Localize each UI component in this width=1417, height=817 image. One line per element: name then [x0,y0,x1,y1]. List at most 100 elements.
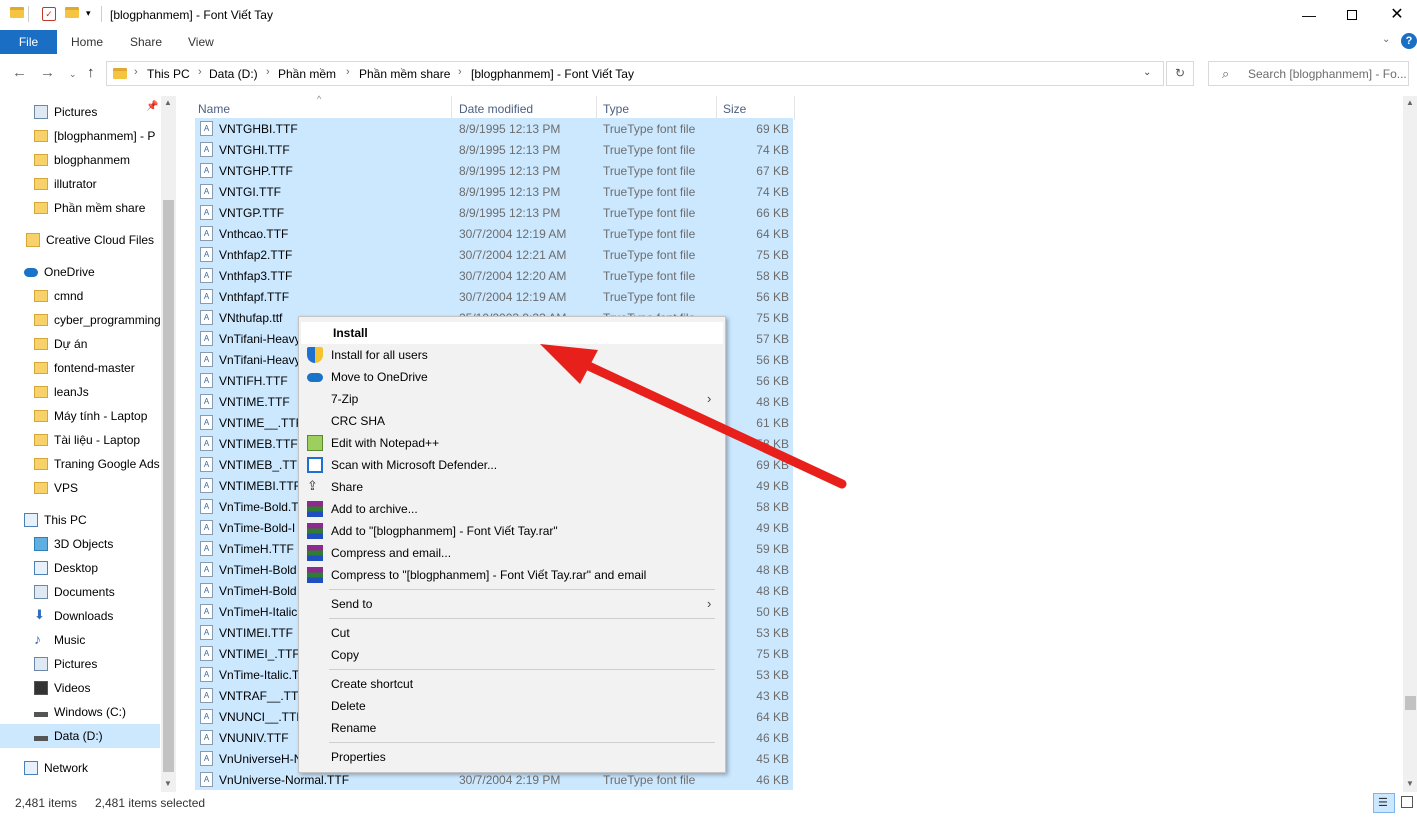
refresh-button[interactable]: ↻ [1166,61,1194,86]
file-row[interactable]: A Vnthcao.TTF 30/7/2004 12:19 AM TrueType f… [195,223,793,244]
help-icon[interactable]: ? [1401,33,1417,49]
menu-item-7-zip[interactable]: 7-Zip › [299,388,725,410]
file-row[interactable]: A Vnthfapf.TTF 30/7/2004 12:19 AM TrueType … [195,286,793,307]
nav-item-downloads[interactable]: ⬇ Downloads [0,604,160,628]
menu-item-create-shortcut[interactable]: Create shortcut [299,673,725,695]
menu-item-compress-to-blogphanmem-font-vi-t-tay-rar-and-email[interactable]: Compress to "[blogphanmem] - Font Viết T… [299,564,725,586]
nav-item-pictures[interactable]: Pictures [0,652,160,676]
tab-share[interactable]: Share [130,30,162,54]
file-row[interactable]: A VNTGHI.TTF 8/9/1995 12:13 PM TrueType fon… [195,139,793,160]
column-divider[interactable] [716,96,717,120]
nav-item-d-n[interactable]: Dự án [0,332,160,356]
file-row[interactable]: A VNTGHBI.TTF 8/9/1995 12:13 PM TrueType fo… [195,118,793,139]
nav-item-videos[interactable]: Videos [0,676,160,700]
pin-icon[interactable]: 📌 [146,101,158,112]
nav-scrollbar-thumb[interactable] [163,200,174,772]
nav-item-m-y-t-nh-laptop[interactable]: Máy tính - Laptop [0,404,160,428]
nav-item-traning-google-ads[interactable]: Traning Google Ads [0,452,160,476]
menu-item-properties[interactable]: Properties [299,746,725,768]
file-row[interactable]: A Vnthfap2.TTF 30/7/2004 12:21 AM TrueType … [195,244,793,265]
column-name[interactable]: Name [198,102,230,116]
nav-item-music[interactable]: ♪ Music [0,628,160,652]
column-type[interactable]: Type [603,102,629,116]
menu-item-add-to-blogphanmem-font-vi-t-tay-rar[interactable]: Add to "[blogphanmem] - Font Viết Tay.ra… [299,520,725,542]
breadcrumb-phan-mem-share[interactable]: Phần mềm share [359,67,450,81]
breadcrumb-this-pc[interactable]: This PC [147,67,190,81]
menu-item-compress-and-email[interactable]: Compress and email... [299,542,725,564]
nav-item-ph-n-m-m-share[interactable]: Phần mềm share [0,196,160,220]
file-tab[interactable]: File [0,30,57,54]
nav-item-creative-cloud-files[interactable]: Creative Cloud Files [0,228,160,252]
menu-item-crc-sha[interactable]: CRC SHA › [299,410,725,432]
details-view-button[interactable]: ☰ [1373,793,1395,813]
nav-item-vps[interactable]: VPS [0,476,160,500]
menu-item-copy[interactable]: Copy [299,644,725,666]
properties-icon[interactable]: ✓ [42,7,56,21]
expand-ribbon-icon[interactable]: ⌄ [1382,34,1390,45]
file-row[interactable]: A VNTGP.TTF 8/9/1995 12:13 PM TrueType font… [195,202,793,223]
column-divider[interactable] [794,96,795,120]
breadcrumb-phan-mem[interactable]: Phần mềm [278,67,336,81]
menu-item-install[interactable]: Install [301,322,723,344]
nav-item-blogphanmem[interactable]: blogphanmem [0,148,160,172]
menu-item-share[interactable]: ⇪ Share [299,476,725,498]
address-bar[interactable]: › This PC › Data (D:) › Phần mềm › Phần … [106,61,1164,86]
chevron-down-icon[interactable]: ⌄ [1143,67,1151,78]
file-type: TrueType font file [603,185,696,199]
menu-item-add-to-archive[interactable]: Add to archive... [299,498,725,520]
onedrive-icon [24,268,38,277]
menu-item-move-to-onedrive[interactable]: Move to OneDrive [299,366,725,388]
file-row[interactable]: A VNTGI.TTF 8/9/1995 12:13 PM TrueType font… [195,181,793,202]
column-date-modified[interactable]: Date modified [459,102,533,116]
large-icons-view-button[interactable] [1398,793,1416,813]
nav-item-windows-c[interactable]: Windows (C:) [0,700,160,724]
scroll-up-icon[interactable]: ▲ [164,98,172,107]
menu-item-scan-with-microsoft-defender[interactable]: Scan with Microsoft Defender... [299,454,725,476]
menu-item-rename[interactable]: Rename [299,717,725,739]
menu-item-delete[interactable]: Delete [299,695,725,717]
menu-item-send-to[interactable]: Send to › [299,593,725,615]
file-row[interactable]: A Vnthfap3.TTF 30/7/2004 12:20 AM TrueType … [195,265,793,286]
recent-locations-icon[interactable]: ⌄ [69,69,77,80]
new-folder-icon[interactable] [65,7,79,18]
tab-home[interactable]: Home [71,30,103,54]
close-button[interactable]: ✕ [1374,0,1417,30]
nav-item-blogphanmem-p[interactable]: [blogphanmem] - P [0,124,160,148]
breadcrumb-current-folder[interactable]: [blogphanmem] - Font Viết Tay [471,67,634,81]
nav-item-t-i-li-u-laptop[interactable]: Tài liệu - Laptop [0,428,160,452]
customize-quick-access-icon[interactable]: ▾ [86,8,100,22]
nav-item-fontend-master[interactable]: fontend-master [0,356,160,380]
menu-item-edit-with-notepad[interactable]: Edit with Notepad++ [299,432,725,454]
maximize-button[interactable] [1329,0,1375,30]
main-scrollbar-thumb[interactable] [1405,696,1416,710]
breadcrumb-data-d[interactable]: Data (D:) [209,67,258,81]
back-button[interactable]: ← [12,64,27,81]
nav-item-onedrive[interactable]: OneDrive [0,260,160,284]
nav-item-data-d[interactable]: Data (D:) [0,724,160,748]
nav-item-pictures[interactable]: Pictures [0,100,160,124]
tab-view[interactable]: View [188,30,214,54]
search-input[interactable]: ⌕ Search [blogphanmem] - Fo... [1208,61,1409,86]
forward-button[interactable]: → [40,64,55,81]
column-size[interactable]: Size [723,102,746,116]
scroll-down-icon[interactable]: ▼ [164,779,172,788]
menu-item-cut[interactable]: Cut [299,622,725,644]
nav-item-desktop[interactable]: Desktop [0,556,160,580]
minimize-button[interactable]: — [1286,0,1332,30]
scroll-down-icon[interactable]: ▼ [1406,779,1414,788]
nav-item-illutrator[interactable]: illutrator [0,172,160,196]
up-button[interactable]: ↑ [87,64,95,81]
menu-item-install-for-all-users[interactable]: Install for all users [299,344,725,366]
scroll-up-icon[interactable]: ▲ [1406,98,1414,107]
nav-item-cmnd[interactable]: cmnd [0,284,160,308]
file-row[interactable]: A VNTGHP.TTF 8/9/1995 12:13 PM TrueType fon… [195,160,793,181]
column-divider[interactable] [596,96,597,120]
nav-item-cyber-programming[interactable]: cyber_programming [0,308,160,332]
nav-item-3d-objects[interactable]: 3D Objects [0,532,160,556]
nav-item-leanjs[interactable]: leanJs [0,380,160,404]
nav-item-network[interactable]: Network [0,756,160,780]
column-divider[interactable] [451,96,452,120]
nav-item-documents[interactable]: Documents [0,580,160,604]
nav-item-this-pc[interactable]: This PC [0,508,160,532]
main-scrollbar[interactable]: ▲ ▼ [1403,96,1417,792]
